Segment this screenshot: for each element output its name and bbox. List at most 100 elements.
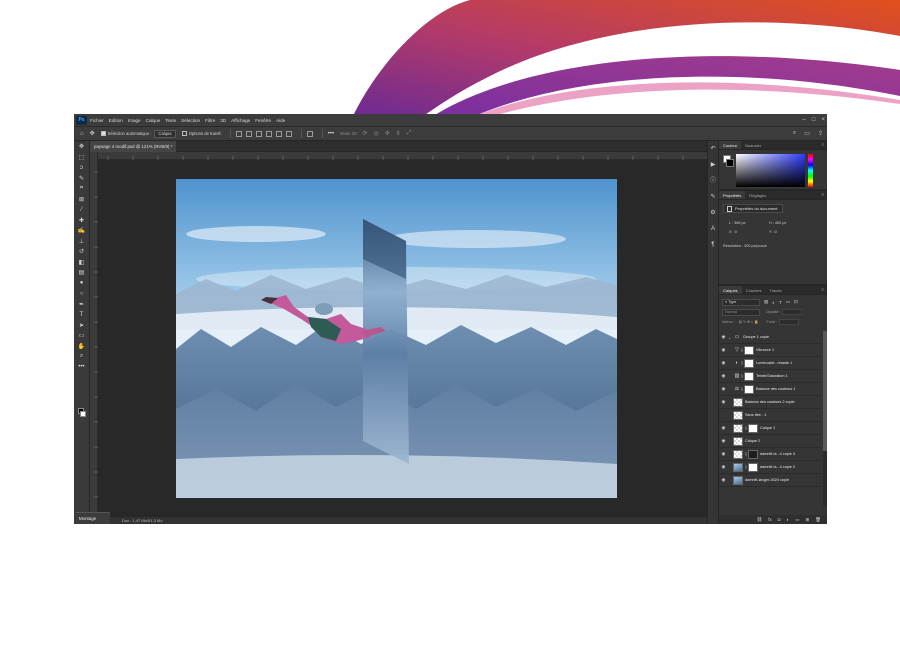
layer-thumbnail[interactable] bbox=[733, 397, 743, 407]
layer-row[interactable]: ◉ ⌄ ▭ Groupe 1 copie bbox=[719, 331, 821, 344]
type-tool-icon[interactable]: T bbox=[77, 310, 87, 319]
history-brush-tool-icon[interactable]: ↺ bbox=[77, 247, 87, 256]
layer-row[interactable]: ◉ Calque 2 bbox=[719, 435, 821, 448]
frame-tool-icon[interactable]: ⊠ bbox=[77, 195, 87, 204]
search-icon[interactable]: ⌕ bbox=[793, 130, 796, 137]
menu-image[interactable]: Image bbox=[128, 118, 141, 123]
layer-thumbnail[interactable] bbox=[733, 436, 743, 446]
stamp-tool-icon[interactable]: ⊥ bbox=[77, 237, 87, 246]
layers-scrollbar[interactable] bbox=[823, 331, 827, 506]
layer-mask-thumbnail[interactable] bbox=[748, 449, 758, 459]
background-color-swatch[interactable] bbox=[80, 411, 86, 417]
visibility-eye-icon[interactable]: ◉ bbox=[719, 425, 728, 431]
layer-filter-dropdown[interactable]: ⌕ Type bbox=[722, 298, 760, 306]
pen-tool-icon[interactable]: ✒ bbox=[77, 300, 87, 309]
height-field[interactable]: H : 400 px bbox=[769, 221, 786, 225]
blur-tool-icon[interactable]: ● bbox=[77, 279, 87, 288]
transform-options-checkbox[interactable] bbox=[181, 131, 187, 136]
blend-mode-dropdown[interactable]: Normal bbox=[722, 308, 760, 316]
layer-thumbnail[interactable] bbox=[733, 475, 743, 485]
menu-affichage[interactable]: Affichage bbox=[231, 118, 250, 123]
layer-row[interactable]: ◉ § damnitt la...4 copie 2 bbox=[719, 461, 821, 474]
rotate-3d-icon[interactable]: ⟳ bbox=[362, 130, 367, 137]
filter-pixel-icon[interactable]: ▨ bbox=[764, 299, 768, 305]
maximize-icon[interactable]: □ bbox=[812, 117, 816, 123]
move-tool-icon[interactable]: ✥ bbox=[90, 130, 95, 137]
add-mask-icon[interactable]: ◘ bbox=[778, 517, 781, 522]
layer-mask-thumbnail[interactable] bbox=[744, 345, 754, 355]
menu-3d[interactable]: 3D bbox=[220, 118, 226, 123]
document-tab[interactable]: paysage 4 modif.psd @ 121% (RVB/8) * bbox=[90, 141, 177, 152]
menu-edition[interactable]: Edition bbox=[109, 118, 123, 123]
menu-selection[interactable]: Sélection bbox=[181, 118, 200, 123]
settings-icon[interactable]: ⚙ bbox=[709, 209, 717, 217]
workspace-icon[interactable]: ▭ bbox=[804, 130, 810, 137]
character-icon[interactable]: A bbox=[709, 225, 717, 233]
visibility-eye-icon[interactable]: ◉ bbox=[719, 451, 728, 457]
filter-shape-icon[interactable]: ▭ bbox=[786, 299, 790, 305]
menu-calque[interactable]: Calque bbox=[146, 118, 161, 123]
auto-select-checkbox[interactable] bbox=[100, 131, 106, 136]
menu-aide[interactable]: Aide bbox=[276, 118, 285, 123]
visibility-eye-icon[interactable]: ◉ bbox=[719, 334, 728, 340]
tab-couches[interactable]: Couches bbox=[742, 286, 766, 294]
layer-row[interactable]: ◉ ◐ § Luminosité...ntraste 1 bbox=[719, 357, 821, 370]
more-tools-icon[interactable]: ••• bbox=[77, 363, 87, 372]
fill-field[interactable] bbox=[778, 319, 799, 325]
visibility-eye-icon[interactable]: ◉ bbox=[719, 399, 728, 405]
slide-3d-icon[interactable]: ⇕ bbox=[396, 130, 401, 137]
tab-calques[interactable]: Calques bbox=[719, 286, 742, 294]
color-picker-field[interactable] bbox=[736, 154, 805, 187]
menu-texte[interactable]: Texte bbox=[165, 118, 176, 123]
y-field[interactable]: Y : 0 bbox=[769, 230, 777, 234]
roll-3d-icon[interactable]: ◎ bbox=[373, 130, 378, 137]
layer-thumbnail[interactable] bbox=[733, 462, 743, 472]
workspace-label[interactable]: Montage bbox=[76, 512, 110, 524]
layer-row[interactable]: ◉ ▽ § Vibrance 1 bbox=[719, 344, 821, 357]
panel-menu-icon[interactable]: ≡ bbox=[822, 192, 824, 197]
visibility-eye-icon[interactable]: ◉ bbox=[719, 347, 728, 353]
healing-brush-tool-icon[interactable]: ✚ bbox=[77, 216, 87, 225]
visibility-eye-icon[interactable]: ◉ bbox=[719, 373, 728, 379]
visibility-eye-icon[interactable]: ◉ bbox=[719, 360, 728, 366]
fx-icon[interactable]: fx bbox=[768, 517, 772, 522]
move-tool-icon[interactable]: ✥ bbox=[77, 142, 87, 151]
width-field[interactable]: L : 366 px bbox=[729, 221, 746, 225]
layer-mask-thumbnail[interactable] bbox=[744, 384, 754, 394]
x-field[interactable]: X : 0 bbox=[729, 230, 737, 234]
tab-traces[interactable]: Tracés bbox=[765, 286, 785, 294]
minimize-icon[interactable]: – bbox=[803, 117, 806, 123]
filter-type-icon[interactable]: T bbox=[779, 300, 782, 305]
panel-menu-icon[interactable]: ≡ bbox=[822, 287, 824, 292]
quick-select-tool-icon[interactable]: ✎ bbox=[77, 174, 87, 183]
tab-nuancier[interactable]: Nuancier bbox=[741, 141, 765, 149]
layer-row[interactable]: ◉ § Calque 1 bbox=[719, 422, 821, 435]
visibility-eye-icon[interactable]: ◉ bbox=[719, 438, 728, 444]
scrollbar-thumb[interactable] bbox=[823, 331, 827, 451]
visibility-eye-icon[interactable]: ◉ bbox=[719, 386, 728, 392]
opacity-field[interactable] bbox=[782, 309, 803, 315]
layer-row[interactable]: ◉ Balance des couleurs 2 copie bbox=[719, 396, 821, 409]
drag-3d-icon[interactable]: ✣ bbox=[385, 130, 390, 137]
new-adjustment-icon[interactable]: ◐ bbox=[787, 517, 790, 522]
info-icon[interactable]: ⓘ bbox=[709, 177, 717, 185]
layer-row[interactable]: ◉ damnitt-langer-3024 copie bbox=[719, 474, 821, 487]
marquee-tool-icon[interactable]: ⬚ bbox=[77, 153, 87, 162]
layer-mask-thumbnail[interactable] bbox=[748, 423, 758, 433]
new-layer-icon[interactable]: ⊞ bbox=[806, 517, 810, 523]
menu-fichier[interactable]: Fichier bbox=[90, 118, 104, 123]
document-canvas[interactable] bbox=[176, 179, 617, 498]
distribute-icon[interactable] bbox=[306, 130, 313, 137]
align-right-icon[interactable] bbox=[255, 130, 262, 137]
zoom-tool-icon[interactable]: ⌕ bbox=[77, 352, 87, 361]
share-icon[interactable]: ⇪ bbox=[818, 130, 823, 137]
align-left-icon[interactable] bbox=[235, 130, 242, 137]
align-top-icon[interactable] bbox=[265, 130, 272, 137]
brush-preset-icon[interactable]: ✎ bbox=[709, 193, 717, 201]
tab-proprietes[interactable]: Propriétés bbox=[719, 191, 746, 199]
filter-smart-icon[interactable]: ⊡ bbox=[794, 299, 798, 305]
layer-row[interactable]: ◌ Sans titre - 1 bbox=[719, 409, 821, 422]
layer-thumbnail[interactable] bbox=[733, 449, 743, 459]
layer-mask-thumbnail[interactable] bbox=[744, 371, 754, 381]
tab-reglages[interactable]: Réglages bbox=[745, 191, 770, 199]
